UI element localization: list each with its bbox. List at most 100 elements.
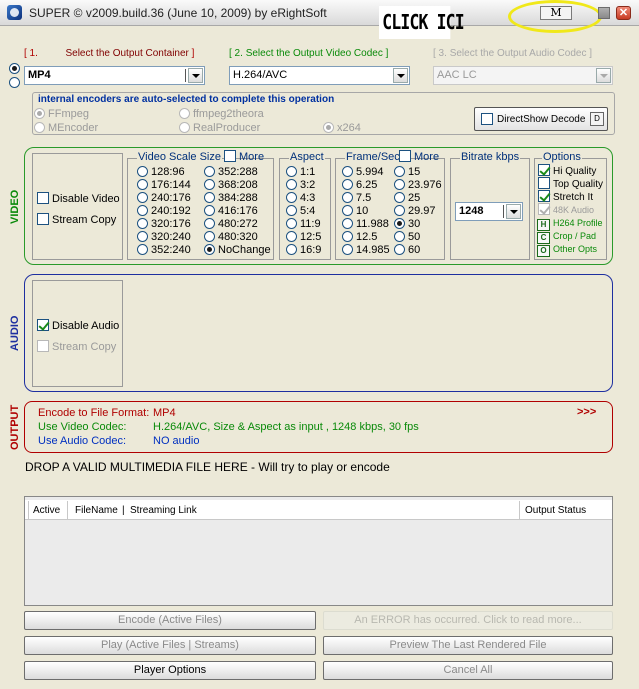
container-mode-radio-2[interactable]	[9, 77, 23, 89]
aspect-option[interactable]: 12:5	[286, 231, 321, 244]
container-select[interactable]: MP4	[24, 66, 205, 85]
video-stream-copy-checkbox[interactable]: Stream Copy	[37, 213, 116, 226]
fps-option[interactable]: 5.994	[342, 166, 390, 179]
encoder-mencoder[interactable]: MEncoder	[34, 122, 98, 134]
scale-option[interactable]: 352:288	[204, 166, 271, 179]
fps-option[interactable]: 7.5	[342, 192, 390, 205]
disable-video-checkbox[interactable]: Disable Video	[37, 192, 120, 205]
radio-dot	[342, 205, 353, 216]
col-streaming-link[interactable]: Streaming Link	[130, 505, 197, 516]
encoder-ffmpeg2theora[interactable]: ffmpeg2theora	[179, 108, 264, 120]
scale-more-checkbox[interactable]: More	[224, 150, 264, 163]
col-output-status[interactable]: Output Status	[525, 505, 586, 516]
radio-dot	[204, 192, 215, 203]
chevron-down-icon[interactable]	[188, 68, 203, 83]
bitrate-select[interactable]: 1248	[455, 202, 523, 221]
preview-button[interactable]: Preview The Last Rendered File	[323, 636, 613, 655]
scale-option[interactable]: 240:176	[137, 192, 191, 205]
scale-option[interactable]: 240:192	[137, 205, 191, 218]
chevron-down-icon[interactable]	[506, 204, 521, 219]
fps-option[interactable]: 15	[394, 166, 442, 179]
other-opts-label: Other Opts	[553, 244, 598, 254]
scale-option[interactable]: 176:144	[137, 179, 191, 192]
container-select-value: MP4	[28, 69, 51, 81]
other-opts-button[interactable]: O	[537, 245, 550, 257]
video-codec-select[interactable]: H.264/AVC	[229, 66, 410, 85]
radio-dot	[179, 122, 190, 133]
chevron-down-icon[interactable]	[393, 68, 408, 83]
directshow-decode-button[interactable]: DirectShow Decode D	[474, 107, 608, 131]
aspect-option[interactable]: 4:3	[286, 192, 321, 205]
fps-option[interactable]: 29.97	[394, 205, 442, 218]
radio-dot	[342, 244, 353, 255]
cancel-all-button[interactable]: Cancel All	[323, 661, 613, 680]
48k-audio-checkbox[interactable]: 48K Audio	[538, 203, 594, 215]
audio-codec-select[interactable]: AAC LC	[433, 66, 613, 85]
fps-option[interactable]: 14.985	[342, 244, 390, 257]
aspect-option[interactable]: 3:2	[286, 179, 321, 192]
scale-option[interactable]: 320:176	[137, 218, 191, 231]
output-more-button[interactable]: >>>	[577, 406, 596, 418]
scale-option[interactable]: 320:240	[137, 231, 191, 244]
aspect-option[interactable]: 16:9	[286, 244, 321, 257]
scale-option-label: 416:176	[218, 205, 258, 217]
fps-option[interactable]: 12.5	[342, 231, 390, 244]
player-options-button[interactable]: Player Options	[24, 661, 316, 680]
scale-option[interactable]: 352:240	[137, 244, 191, 257]
close-button[interactable]: ✕	[616, 6, 631, 20]
fps-option[interactable]: 23.976	[394, 179, 442, 192]
chevron-down-icon[interactable]	[596, 68, 611, 83]
play-button[interactable]: Play (Active Files | Streams)	[24, 636, 316, 655]
minimize-button[interactable]	[598, 7, 610, 19]
scale-option[interactable]: 368:208	[204, 179, 271, 192]
select-separator	[185, 69, 186, 82]
directshow-d-button[interactable]: D	[590, 112, 604, 126]
directshow-checkbox[interactable]	[481, 113, 496, 126]
top-quality-label: Top Quality	[553, 179, 604, 190]
aspect-option[interactable]: 11:9	[286, 218, 321, 231]
fps-option-selected[interactable]: 30	[394, 218, 442, 231]
col-active[interactable]: Active	[33, 505, 60, 516]
top-quality-checkbox[interactable]: Top Quality	[538, 177, 603, 190]
radio-dot	[204, 205, 215, 216]
fps-option[interactable]: 10	[342, 205, 390, 218]
encoder-realproducer[interactable]: RealProducer	[179, 122, 260, 134]
fps-option[interactable]: 50	[394, 231, 442, 244]
container-mode-radio-1[interactable]	[9, 63, 23, 75]
m-button[interactable]: M	[540, 6, 572, 20]
scale-option[interactable]: 128:96	[137, 166, 191, 179]
aspect-option[interactable]: 1:1	[286, 166, 321, 179]
disable-audio-checkbox[interactable]: Disable Audio	[37, 319, 119, 332]
scale-option-label: 352:288	[218, 166, 258, 178]
encode-button[interactable]: Encode (Active Files)	[24, 611, 316, 630]
scale-option-label: 320:240	[151, 231, 191, 243]
audio-stream-copy-checkbox[interactable]: Stream Copy	[37, 340, 116, 353]
encoder-x264[interactable]: x264	[323, 122, 361, 134]
col-filename[interactable]: FileName	[75, 505, 118, 516]
fps-option[interactable]: 6.25	[342, 179, 390, 192]
hi-quality-checkbox[interactable]: Hi Quality	[538, 164, 596, 177]
scale-option[interactable]: 480:272	[204, 218, 271, 231]
stretch-checkbox[interactable]: Stretch It	[538, 190, 593, 203]
scale-option[interactable]: 416:176	[204, 205, 271, 218]
crop-pad-row[interactable]: C Crop / Pad	[537, 231, 596, 244]
encoder-ffmpeg-label: FFmpeg	[48, 108, 89, 120]
aspect-option[interactable]: 5:4	[286, 205, 321, 218]
error-message-button[interactable]: An ERROR has occurred. Click to read mor…	[323, 611, 613, 630]
scale-option[interactable]: 384:288	[204, 192, 271, 205]
scale-option[interactable]: 480:320	[204, 231, 271, 244]
fps-option[interactable]: 60	[394, 244, 442, 257]
crop-pad-button[interactable]: C	[537, 232, 550, 244]
scale-option-label: NoChange	[218, 244, 271, 256]
h264-profile-button[interactable]: H	[537, 219, 550, 231]
scale-option-label: 384:288	[218, 192, 258, 204]
encoder-ffmpeg[interactable]: FFmpeg	[34, 108, 89, 120]
fps-more-checkbox[interactable]: More	[399, 150, 439, 163]
radio-dot	[137, 244, 148, 255]
fps-option-label: 5.994	[356, 166, 384, 178]
scale-option-selected[interactable]: NoChange	[204, 244, 271, 257]
h264-profile-row[interactable]: H H264 Profile	[537, 218, 603, 231]
other-opts-row[interactable]: O Other Opts	[537, 244, 597, 257]
fps-option[interactable]: 25	[394, 192, 442, 205]
fps-option[interactable]: 11.988	[342, 218, 390, 231]
